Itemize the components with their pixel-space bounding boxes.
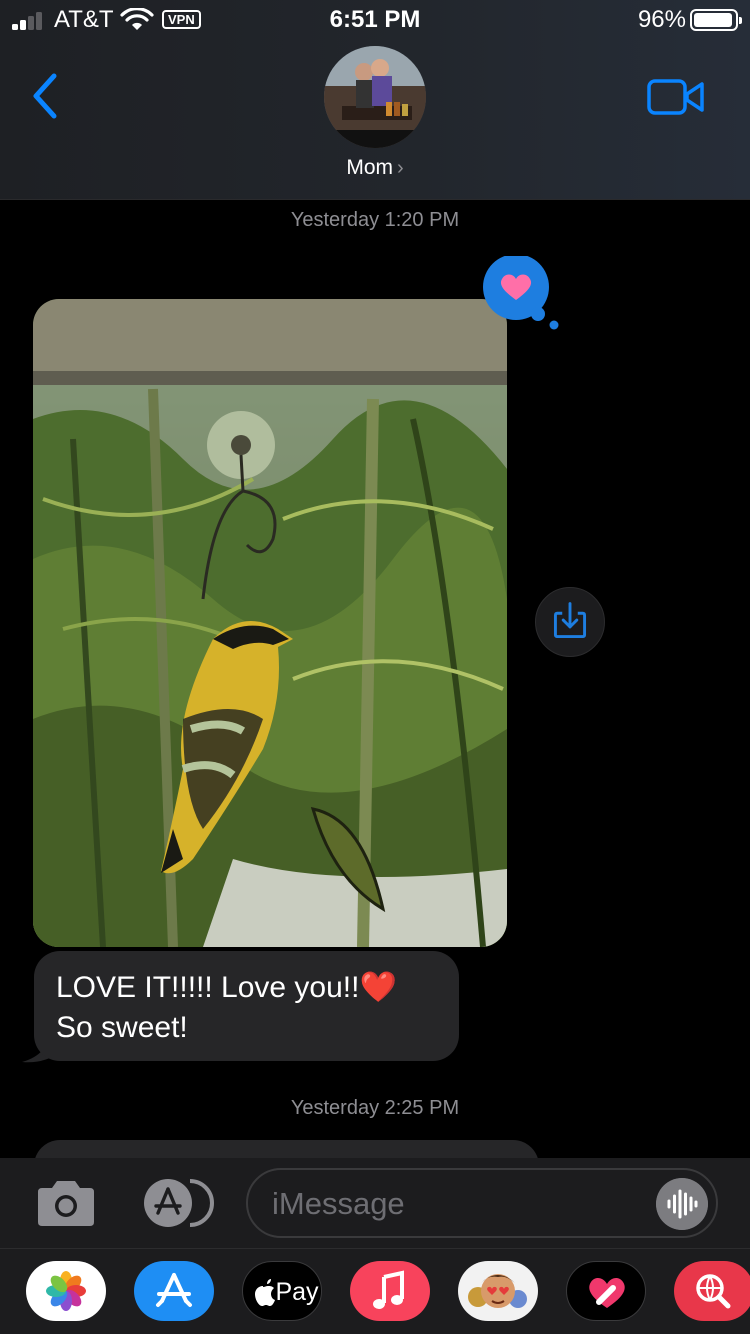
digital-touch-icon[interactable] [566, 1261, 646, 1321]
timestamp: Yesterday 1:20 PM [290, 209, 460, 231]
save-photo-button[interactable] [535, 587, 605, 657]
imessage-input[interactable] [272, 1180, 652, 1228]
battery-level [694, 13, 733, 27]
apple-pay-icon[interactable]: Pay [242, 1261, 322, 1321]
music-icon[interactable] [350, 1261, 430, 1321]
message-text: LOVE IT!!!!! Love you!!❤️ So sweet! [56, 971, 397, 1044]
audio-message-icon[interactable] [656, 1178, 708, 1230]
heart-reaction-badge[interactable] [482, 256, 562, 332]
incoming-message-bubble[interactable]: LOVE IT!!!!! Love you!!❤️ So sweet! [34, 951, 459, 1061]
status-bar: AT&T VPN 6:51 PM 96% [0, 0, 750, 40]
web-search-icon[interactable] [674, 1261, 750, 1321]
app-store-drawer-button[interactable] [138, 1178, 214, 1228]
photo-message[interactable] [33, 299, 507, 947]
battery-icon [690, 9, 742, 31]
stained-glass-bird-photo [33, 299, 507, 947]
contact-avatar[interactable] [324, 46, 426, 148]
timestamp: Yesterday 2:25 PM [290, 1097, 460, 1119]
imessage-field[interactable] [246, 1168, 718, 1238]
chevron-right-icon: › [397, 157, 404, 179]
apple-pay-label: Pay [275, 1278, 319, 1306]
app-store-icon[interactable] [134, 1261, 214, 1321]
contact-name: Mom [346, 156, 393, 179]
imessage-app-strip: Pay [0, 1248, 750, 1334]
camera-button[interactable] [34, 1178, 98, 1228]
video-call-button[interactable] [646, 78, 706, 116]
photos-icon[interactable] [26, 1261, 106, 1321]
battery-percentage: 96% [637, 6, 686, 33]
conversation-header: AT&T VPN 6:51 PM 96% Mom › [0, 0, 750, 200]
message-input-bar [0, 1158, 750, 1248]
memoji-icon[interactable] [458, 1261, 538, 1321]
back-button[interactable] [26, 68, 66, 124]
contact-name-button[interactable]: Mom › [0, 156, 750, 180]
